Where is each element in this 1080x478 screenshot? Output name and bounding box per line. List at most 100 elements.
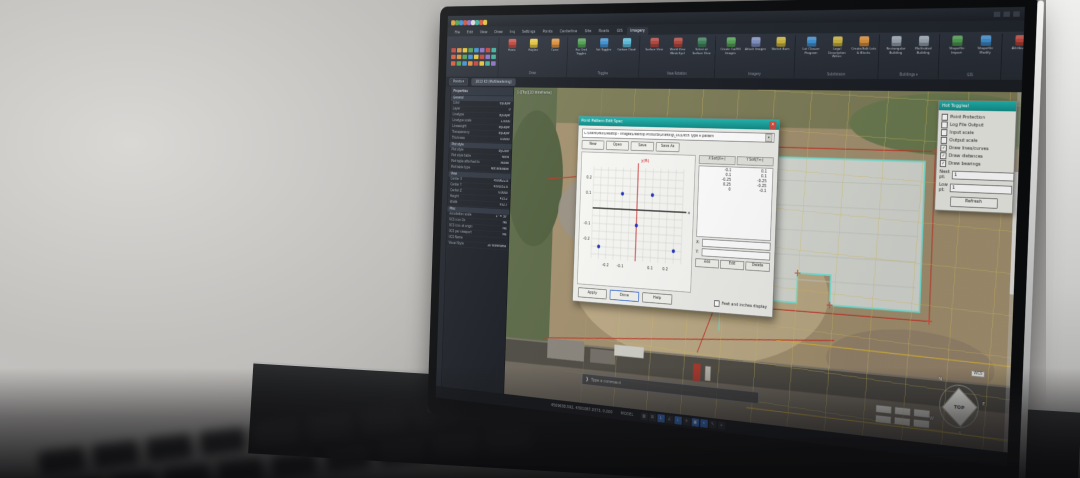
ribbon-tab-inq[interactable]: Inq — [507, 28, 518, 36]
ribbon-button-set-toggles[interactable]: Set Toggles — [592, 37, 614, 71]
ribbon-button-shapefile-modify[interactable]: Shapefile Modify — [971, 34, 1000, 72]
ribbon-button-multisided-building[interactable]: Multisided Building — [909, 35, 937, 73]
toggle-draw-bearings[interactable]: ✓Draw bearings — [940, 160, 1011, 169]
ribbon-tab-gis[interactable]: GIS — [613, 27, 626, 35]
ribbon-button-create-edit-lots-blocks[interactable]: Create/Edit Lots & Blocks — [850, 35, 877, 72]
ribbon-tab-centerline[interactable]: Centerline — [557, 28, 581, 36]
ribbon-button-carlson-cloud[interactable]: Carlson Cloud — [615, 37, 638, 71]
mini-tool-icon[interactable] — [491, 48, 496, 52]
property-value[interactable]: 2D Wireframe — [487, 244, 506, 249]
drawing-tab[interactable]: 2013 K3 (Multileadering) — [471, 78, 515, 86]
mini-tool-icon[interactable] — [451, 55, 456, 59]
mini-tool-icon[interactable] — [462, 55, 467, 59]
open-button[interactable]: Open — [606, 141, 629, 151]
ribbon-tab-imagery[interactable]: Imagery — [627, 27, 648, 35]
ribbon-tab-site[interactable]: Site — [581, 28, 594, 36]
low-pt-input[interactable] — [950, 184, 1013, 195]
property-value[interactable]: ByLayer — [499, 114, 510, 118]
property-value[interactable]: ByColor — [499, 150, 510, 154]
ribbon-button-shapefile-import[interactable]: Shapefile Import — [943, 35, 971, 73]
mini-tool-icon[interactable] — [463, 48, 468, 52]
checkbox-icon[interactable] — [941, 121, 948, 128]
checkbox-icon[interactable]: ✓ — [940, 145, 946, 152]
ribbon-tab-view[interactable]: View — [477, 29, 491, 37]
window-controls[interactable] — [994, 11, 1020, 17]
ribbon-tab-edit[interactable]: Edit — [464, 29, 476, 36]
mini-tool-icon[interactable] — [491, 61, 496, 65]
viewport-controls[interactable]: [-][Top][2D Wireframe] — [518, 90, 552, 95]
delete-button[interactable]: Delete — [745, 261, 770, 271]
mini-tool-icon[interactable] — [480, 55, 485, 59]
ribbon-button-curve[interactable]: Curve — [544, 38, 566, 71]
mini-tool-icon[interactable] — [474, 48, 479, 52]
mini-tool-icon[interactable] — [451, 61, 456, 65]
feet-inches-checkbox[interactable] — [714, 300, 720, 307]
ribbon-button-legal-description-writer[interactable]: Legal Description Writer — [824, 36, 850, 73]
edit-button[interactable]: Edit — [720, 260, 744, 270]
chevron-down-icon[interactable]: ▾ — [765, 134, 772, 142]
ribbon-button-surface-view[interactable]: Surface View — [642, 37, 665, 72]
mini-tool-icon[interactable] — [474, 55, 479, 59]
help-button[interactable]: Help — [642, 292, 672, 305]
property-value[interactable]: 1.0000 — [501, 120, 511, 124]
property-value[interactable]: 415.2 — [500, 197, 508, 201]
mini-tool-icon[interactable] — [468, 55, 473, 59]
ribbon-button-attributes[interactable]: Attributes — [1005, 34, 1024, 77]
property-value[interactable]: 1" = 30' — [496, 215, 507, 219]
property-value[interactable]: 0.0000 — [500, 138, 510, 142]
ribbon-tab-roads[interactable]: Roads — [595, 27, 612, 35]
property-value[interactable]: Yes — [502, 233, 506, 237]
mini-tool-icon[interactable] — [462, 61, 467, 65]
mini-tool-icon[interactable] — [486, 48, 491, 52]
ribbon-tab-points[interactable]: Points — [539, 28, 555, 36]
sort-y-button[interactable]: Y Sort(Y+-) — [736, 156, 773, 166]
property-value[interactable]: ByLayer — [499, 126, 510, 130]
mini-tool-icon[interactable] — [457, 48, 462, 52]
mini-tool-icon[interactable] — [480, 48, 485, 52]
checkbox-icon[interactable]: ✓ — [940, 160, 946, 167]
property-value[interactable]: 0 — [509, 108, 511, 112]
property-value[interactable]: Model — [501, 162, 509, 166]
ribbon-tab-file[interactable]: File — [452, 29, 463, 36]
mini-tool-icon[interactable] — [485, 55, 490, 59]
checkbox-icon[interactable] — [941, 129, 947, 136]
ribbon-button-attach-images[interactable]: Attach Images — [743, 36, 768, 72]
ribbon-button-points[interactable]: Points — [501, 38, 522, 71]
save-button[interactable]: Save — [631, 141, 654, 151]
save-as-button[interactable]: Save As — [656, 142, 680, 152]
property-value[interactable]: 4391052.6 — [493, 185, 508, 189]
property-value[interactable]: ByLayer — [500, 102, 511, 106]
refresh-button[interactable]: Refresh — [950, 196, 998, 208]
sort-x-button[interactable]: X Sort(X+-) — [699, 155, 735, 165]
layer-dropdown[interactable]: Points ▾ — [449, 78, 468, 85]
new-button[interactable]: New — [582, 140, 605, 150]
mini-tool-icon[interactable] — [491, 55, 496, 59]
next-pt-input[interactable] — [952, 171, 1015, 182]
mini-tool-icon[interactable] — [451, 48, 456, 52]
mini-tool-icon[interactable] — [479, 61, 484, 65]
mini-tool-icon[interactable] — [474, 61, 479, 65]
ribbon-tab-draw[interactable]: Draw — [491, 29, 505, 37]
property-value[interactable]: 912.7 — [500, 203, 508, 207]
property-value[interactable]: None — [502, 156, 509, 160]
ribbon-button-sketch-burn[interactable]: Sketch Burn — [768, 36, 793, 72]
property-value[interactable]: 0.0000 — [498, 191, 508, 195]
ribbon-button-world-view-birds-eye[interactable]: World View (Birds Eye) — [666, 37, 690, 72]
ribbon-tab-settings[interactable]: Settings — [519, 28, 539, 36]
checkbox-icon[interactable] — [941, 137, 947, 144]
property-value[interactable]: Yes — [502, 221, 506, 225]
qat-tool-icon[interactable] — [483, 20, 487, 25]
done-button[interactable]: Done — [610, 290, 640, 302]
mini-tool-icon[interactable] — [468, 61, 473, 65]
ribbon-button-polyline[interactable]: Polyline — [522, 38, 543, 71]
property-value[interactable]: ByLayer — [499, 132, 510, 136]
ribbon-button-select-at-surface-view[interactable]: Select at Surface View — [689, 37, 713, 72]
ribbon-button-rectangular-building[interactable]: Rectangular Building — [882, 35, 909, 72]
apply-button[interactable]: Apply — [578, 287, 607, 299]
checkbox-icon[interactable] — [942, 114, 949, 121]
property-value[interactable]: 4509622.8 — [494, 179, 509, 183]
property-value[interactable]: Not available — [491, 167, 509, 171]
coordinate-list[interactable]: -0.10.10.10.1-0.25-0.250.25-0.250-0.1 — [696, 165, 773, 241]
ribbon-button-lot-closure-program[interactable]: Lot Closure Program — [798, 36, 824, 72]
mini-tool-icon[interactable] — [457, 55, 462, 59]
